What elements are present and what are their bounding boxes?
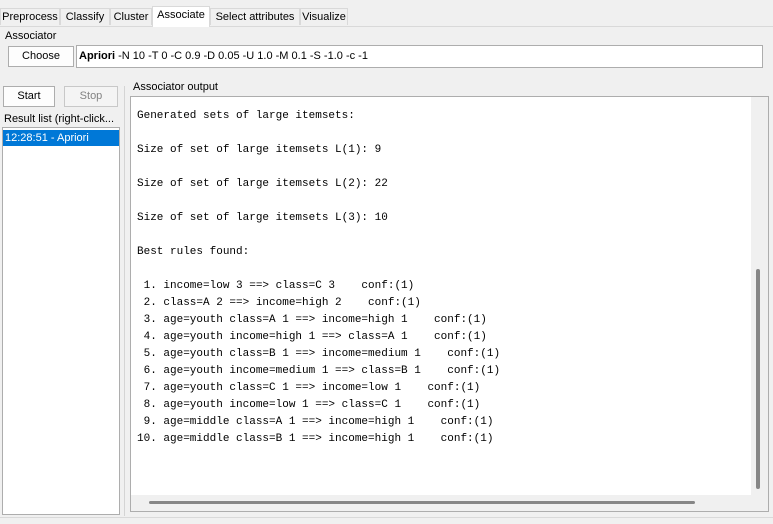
stop-button[interactable]: Stop	[64, 86, 118, 107]
tab-visualize[interactable]: Visualize	[300, 8, 348, 25]
output-line: 3. age=youth class=A 1 ==> income=high 1…	[137, 314, 487, 326]
tab-preprocess[interactable]: Preprocess	[0, 8, 60, 25]
scroll-corner	[751, 495, 768, 511]
output-line: 5. age=youth class=B 1 ==> income=medium…	[137, 348, 501, 360]
algorithm-name: Apriori	[79, 50, 116, 62]
output-line: 4. age=youth income=high 1 ==> class=A 1…	[137, 331, 487, 343]
output-line: Generated sets of large itemsets:	[137, 110, 355, 122]
splitter[interactable]	[124, 86, 125, 516]
output-line: 7. age=youth class=C 1 ==> income=low 1 …	[137, 382, 481, 394]
tab-cluster[interactable]: Cluster	[110, 8, 152, 25]
tab-select-attributes[interactable]: Select attributes	[210, 8, 300, 25]
tab-bar: Preprocess Classify Cluster Associate Se…	[0, 6, 773, 27]
horizontal-scrollbar[interactable]	[131, 495, 753, 511]
vertical-scrollbar[interactable]	[751, 97, 768, 511]
algorithm-options: -N 10 -T 0 -C 0.9 -D 0.05 -U 1.0 -M 0.1 …	[118, 50, 368, 62]
output-line: 9. age=middle class=A 1 ==> income=high …	[137, 416, 494, 428]
output-line: 6. age=youth income=medium 1 ==> class=B…	[137, 365, 501, 377]
output-line: Best rules found:	[137, 246, 250, 258]
tab-classify[interactable]: Classify	[60, 8, 110, 25]
associator-group-label: Associator	[5, 30, 57, 42]
vertical-scrollbar-thumb[interactable]	[756, 269, 760, 489]
associator-output-label: Associator output	[133, 81, 218, 93]
result-list[interactable]: 12:28:51 - Apriori	[2, 127, 120, 515]
result-list-label: Result list (right-click...	[4, 113, 115, 125]
output-line: Size of set of large itemsets L(1): 9	[137, 144, 382, 156]
output-line: 10. age=middle class=B 1 ==> income=high…	[137, 433, 494, 445]
output-line: Size of set of large itemsets L(2): 22	[137, 178, 388, 190]
status-separator	[0, 517, 773, 518]
output-line: Size of set of large itemsets L(3): 10	[137, 212, 388, 224]
output-line: 8. age=youth income=low 1 ==> class=C 1 …	[137, 399, 481, 411]
associator-config-field[interactable]: Apriori -N 10 -T 0 -C 0.9 -D 0.05 -U 1.0…	[76, 45, 763, 68]
tab-associate[interactable]: Associate	[152, 6, 210, 27]
output-line: 2. class=A 2 ==> income=high 2 conf:(1)	[137, 297, 421, 309]
associator-output-text: Generated sets of large itemsets: Size of…	[137, 108, 500, 448]
start-button[interactable]: Start	[3, 86, 55, 107]
output-line: 1. income=low 3 ==> class=C 3 conf:(1)	[137, 280, 415, 292]
choose-button[interactable]: Choose	[8, 46, 74, 67]
result-list-item[interactable]: 12:28:51 - Apriori	[3, 130, 119, 146]
horizontal-scrollbar-thumb[interactable]	[149, 501, 695, 504]
